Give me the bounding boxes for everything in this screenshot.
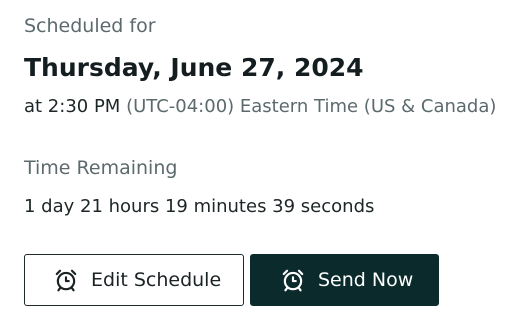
edit-schedule-button[interactable]: Edit Schedule [24, 254, 244, 306]
scheduled-time-line: at 2:30 PM (UTC-04:00) Eastern Time (US … [24, 95, 496, 119]
send-now-button[interactable]: Send Now [250, 254, 439, 306]
send-now-label: Send Now [318, 269, 414, 291]
scheduled-for-label: Scheduled for [24, 15, 156, 37]
time-remaining-value: 1 day 21 hours 19 minutes 39 seconds [24, 196, 375, 217]
scheduled-date: Thursday, June 27, 2024 [24, 53, 364, 82]
alarm-clock-icon [53, 267, 79, 293]
scheduled-time: at 2:30 PM [24, 96, 121, 117]
scheduled-timezone: (UTC-04:00) Eastern Time (US & Canada) [126, 96, 497, 117]
time-remaining-label: Time Remaining [24, 157, 178, 179]
edit-schedule-label: Edit Schedule [91, 269, 222, 291]
alarm-clock-icon [280, 267, 306, 293]
